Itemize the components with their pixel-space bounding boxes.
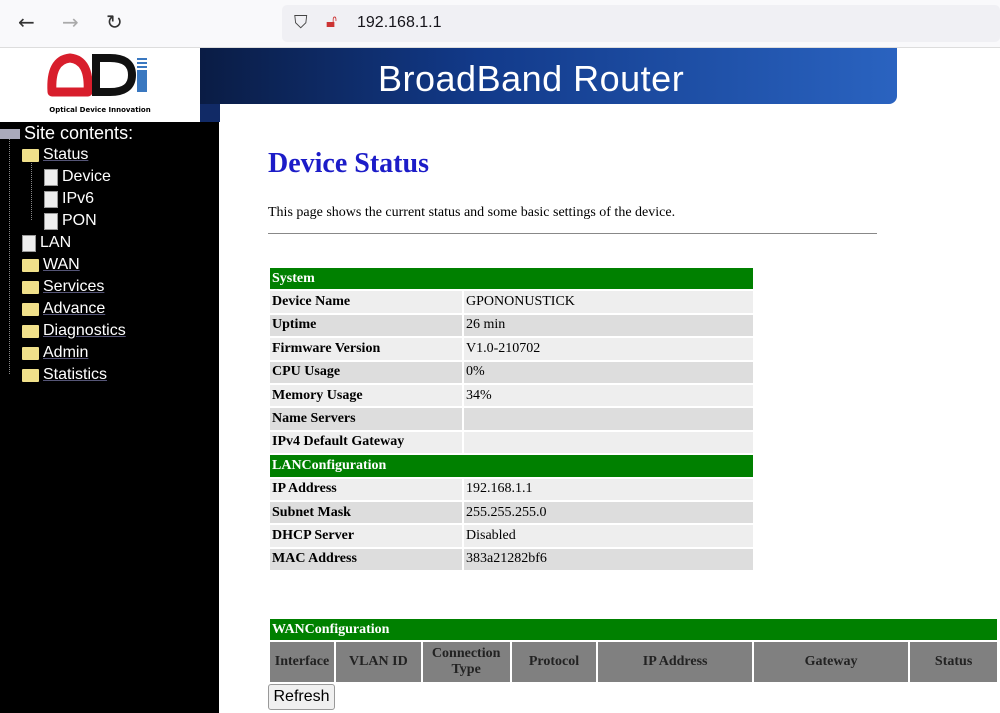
folder-icon <box>22 324 39 338</box>
row-label: IPv4 Default Gateway <box>270 431 462 454</box>
sidebar-item-label[interactable]: Advance <box>43 300 105 318</box>
odi-logo: Optical Device Innovation <box>0 48 200 122</box>
sidebar-item-lan[interactable]: LAN <box>22 234 71 252</box>
document-icon <box>22 234 36 252</box>
refresh-button[interactable]: Refresh <box>268 684 335 710</box>
sidebar-item-admin[interactable]: Admin <box>22 344 88 362</box>
sidebar-item-statistics[interactable]: Statistics <box>22 366 107 384</box>
page-description: This page shows the current status and s… <box>268 205 676 220</box>
shield-icon[interactable]: ⛉ <box>294 12 308 33</box>
table-row: Device Name GPONONUSTICK <box>270 291 753 313</box>
folder-icon <box>22 280 39 294</box>
row-value <box>464 431 753 454</box>
row-label: Memory Usage <box>270 384 462 407</box>
table-row: MAC Address 383a21282bf6 <box>270 548 753 571</box>
row-value: GPONONUSTICK <box>464 291 753 313</box>
table-row: Memory Usage 34% <box>270 384 753 407</box>
table-row: DHCP Server Disabled <box>270 525 753 547</box>
system-header: System <box>270 268 753 290</box>
divider <box>268 233 877 234</box>
row-value: 0% <box>464 361 753 383</box>
insecure-lock-icon[interactable]: 🔓︎ <box>326 12 337 32</box>
row-value: V1.0-210702 <box>464 338 753 360</box>
folder-icon <box>22 346 39 360</box>
row-value: 255.255.255.0 <box>464 501 753 524</box>
sidebar-item-pon[interactable]: PON <box>44 212 97 230</box>
address-bar[interactable]: ⛉ 🔓︎ 192.168.1.1 <box>282 5 1000 42</box>
sidebar-item-label[interactable]: PON <box>62 212 97 230</box>
sidebar-item-wan[interactable]: WAN <box>22 256 80 274</box>
wan-header: WANConfiguration <box>270 619 997 641</box>
table-row: CPU Usage 0% <box>270 361 753 383</box>
url-text[interactable]: 192.168.1.1 <box>357 14 442 32</box>
sidebar-item-label[interactable]: Services <box>43 278 104 296</box>
column-header: IP Address <box>598 642 752 683</box>
document-icon <box>44 212 58 230</box>
folder-icon <box>22 258 39 272</box>
row-value: 383a21282bf6 <box>464 548 753 571</box>
sidebar-item-status[interactable]: Status <box>22 146 88 164</box>
banner: BroadBand Router <box>200 48 897 104</box>
row-value: 192.168.1.1 <box>464 478 753 500</box>
banner-title: BroadBand Router <box>378 58 685 99</box>
sidebar-item-ipv6[interactable]: IPv6 <box>44 190 94 208</box>
table-row: IP Address 192.168.1.1 <box>270 478 753 500</box>
svg-text:Optical Device Innovation: Optical Device Innovation <box>49 106 150 114</box>
computer-icon <box>0 128 20 139</box>
row-label: CPU Usage <box>270 361 462 383</box>
sidebar-item-advance[interactable]: Advance <box>22 300 105 318</box>
row-value: 34% <box>464 384 753 407</box>
row-label: Firmware Version <box>270 338 462 360</box>
sidebar-item-diagnostics[interactable]: Diagnostics <box>22 322 126 340</box>
back-icon[interactable]: ← <box>18 10 35 34</box>
table-row: Subnet Mask 255.255.255.0 <box>270 501 753 524</box>
table-row: Firmware Version V1.0-210702 <box>270 338 753 360</box>
sidebar-item-label[interactable]: LAN <box>40 234 71 252</box>
document-icon <box>44 190 58 208</box>
column-header: Status <box>910 642 997 683</box>
reload-icon[interactable]: ↻ <box>106 10 123 34</box>
sidebar-item-label[interactable]: Status <box>43 146 88 164</box>
column-header: Protocol <box>511 642 597 683</box>
system-table: System Device Name GPONONUSTICK Uptime 26 m… <box>268 266 755 572</box>
sidebar-item-label[interactable]: Diagnostics <box>43 322 126 340</box>
sidebar-item-services[interactable]: Services <box>22 278 104 296</box>
row-label: Device Name <box>270 291 462 313</box>
row-value <box>464 408 753 430</box>
page-title: Device Status <box>268 148 429 179</box>
row-label: Subnet Mask <box>270 501 462 524</box>
column-header: Gateway <box>753 642 909 683</box>
document-icon <box>44 168 58 186</box>
row-label: IP Address <box>270 478 462 500</box>
table-row: IPv4 Default Gateway <box>270 431 753 454</box>
sidebar-item-label[interactable]: WAN <box>43 256 80 274</box>
sidebar-item-label[interactable]: Device <box>62 168 111 186</box>
forward-icon[interactable]: → <box>62 10 79 34</box>
sidebar-item-label[interactable]: Statistics <box>43 366 107 384</box>
sidebar-title: Site contents: <box>0 123 133 144</box>
row-label: MAC Address <box>270 548 462 571</box>
folder-icon <box>22 302 39 316</box>
row-label: Uptime <box>270 314 462 337</box>
wan-table: WANConfiguration Interface VLAN ID Connect… <box>268 617 999 684</box>
sidebar: Site contents: Status Device IPv6 PON LAN WAN… <box>0 122 219 713</box>
folder-open-icon <box>22 148 39 162</box>
lan-header: LANConfiguration <box>270 455 753 477</box>
row-value: 26 min <box>464 314 753 337</box>
table-row: Uptime 26 min <box>270 314 753 337</box>
sidebar-item-label[interactable]: Admin <box>43 344 88 362</box>
column-header: Interface <box>270 642 334 683</box>
column-header: Connection Type <box>422 642 510 683</box>
browser-toolbar: ← → ↻ ⛉ 🔓︎ 192.168.1.1 <box>0 0 1000 48</box>
row-value: Disabled <box>464 525 753 547</box>
sidebar-item-label[interactable]: IPv6 <box>62 190 94 208</box>
row-label: DHCP Server <box>270 525 462 547</box>
table-row: Name Servers <box>270 408 753 430</box>
column-header: VLAN ID <box>335 642 421 683</box>
row-label: Name Servers <box>270 408 462 430</box>
folder-icon <box>22 368 39 382</box>
sidebar-item-device[interactable]: Device <box>44 168 111 186</box>
